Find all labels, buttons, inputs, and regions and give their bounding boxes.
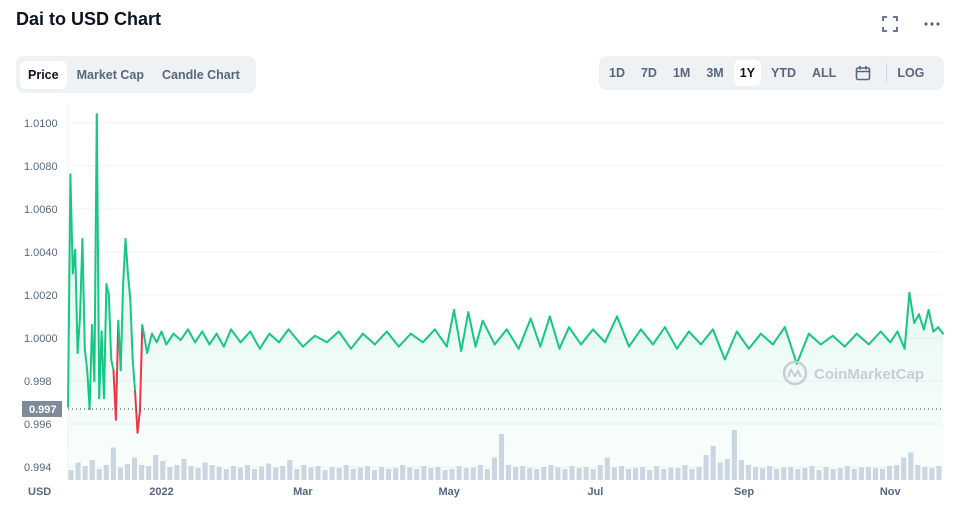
x-tick-label: Sep <box>734 486 754 498</box>
x-axis: 2022 Mar May Jul Sep Nov <box>149 486 901 498</box>
range-7d[interactable]: 7D <box>635 60 663 86</box>
top-actions <box>880 14 942 34</box>
y-tick-label: 1.0100 <box>24 118 58 130</box>
current-price-label: 0.997 <box>29 404 57 416</box>
y-tick-label: 0.998 <box>24 376 52 388</box>
watermark-text: CoinMarketCap <box>814 366 924 383</box>
range-1d[interactable]: 1D <box>603 60 631 86</box>
price-chart[interactable]: 1.0100 1.0080 1.0060 1.0040 1.0020 1.0000 0.99… <box>0 100 964 509</box>
y-tick-label: 1.0020 <box>24 290 58 302</box>
more-options-icon[interactable] <box>922 14 942 34</box>
tab-candle-chart[interactable]: Candle Chart <box>154 61 248 89</box>
y-tick-label: 1.0080 <box>24 161 58 173</box>
range-3m[interactable]: 3M <box>700 60 729 86</box>
x-tick-label: May <box>438 486 460 498</box>
x-tick-label: Jul <box>587 486 603 498</box>
range-1m[interactable]: 1M <box>667 60 696 86</box>
y-tick-label: 1.0040 <box>24 247 58 259</box>
y-axis: 1.0100 1.0080 1.0060 1.0040 1.0020 1.0000 0.99… <box>24 118 58 474</box>
x-tick-label: 2022 <box>149 486 173 498</box>
tab-market-cap[interactable]: Market Cap <box>69 61 152 89</box>
range-all[interactable]: ALL <box>806 60 842 86</box>
log-scale-toggle[interactable]: LOG <box>893 60 928 86</box>
price-area-fill <box>68 114 943 480</box>
y-tick-label: 0.996 <box>24 419 52 431</box>
time-range-selector: 1D 7D 1M 3M 1Y YTD ALL LOG <box>599 56 944 90</box>
price-series <box>67 113 944 480</box>
page-title: Dai to USD Chart <box>16 9 162 29</box>
tab-price[interactable]: Price <box>20 60 67 89</box>
range-1y[interactable]: 1Y <box>733 60 762 86</box>
y-tick-label: 1.0060 <box>24 204 58 216</box>
x-tick-label: Mar <box>293 486 313 498</box>
fullscreen-icon[interactable] <box>880 14 900 34</box>
range-ytd[interactable]: YTD <box>765 60 802 86</box>
currency-label: USD <box>28 486 51 498</box>
x-tick-label: Nov <box>880 486 902 498</box>
calendar-icon[interactable] <box>852 62 874 84</box>
y-tick-label: 0.994 <box>24 462 52 474</box>
y-tick-label: 1.0000 <box>24 333 58 345</box>
chart-type-tabs: Price Market Cap Candle Chart <box>16 56 256 93</box>
range-divider <box>886 63 888 83</box>
